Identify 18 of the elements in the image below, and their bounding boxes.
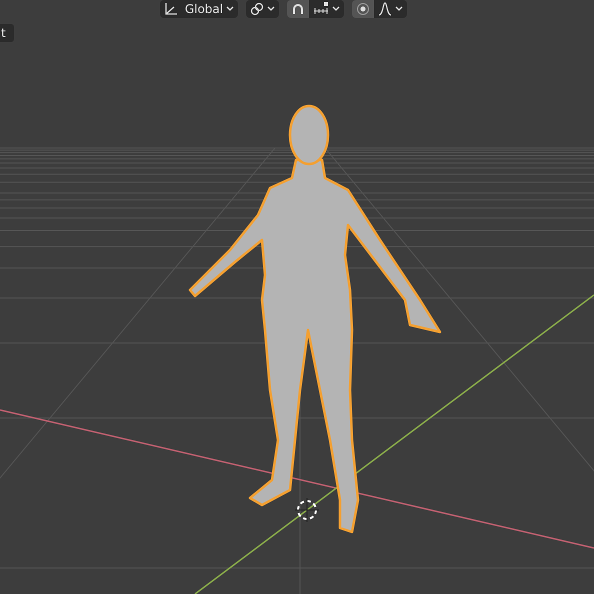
caret-icon: [226, 6, 234, 12]
snap-dropdown[interactable]: [309, 0, 344, 18]
proportional-toggle[interactable]: [352, 0, 374, 18]
side-tab[interactable]: t: [0, 24, 14, 42]
caret-icon: [395, 6, 403, 12]
caret-icon: [332, 6, 340, 12]
link-icon: [250, 2, 264, 16]
curve-icon: [378, 2, 392, 16]
magnet-icon: [291, 2, 305, 16]
target-icon: [356, 2, 370, 16]
caret-icon: [267, 6, 275, 12]
snap-toggle[interactable]: [287, 0, 309, 18]
increment-icon: [313, 2, 329, 16]
falloff-dropdown[interactable]: [374, 0, 407, 18]
axes-icon: [164, 2, 178, 16]
orientation-dropdown[interactable]: Global: [160, 0, 238, 18]
cursor-icon: [294, 498, 320, 522]
pivot-dropdown[interactable]: [246, 0, 279, 18]
